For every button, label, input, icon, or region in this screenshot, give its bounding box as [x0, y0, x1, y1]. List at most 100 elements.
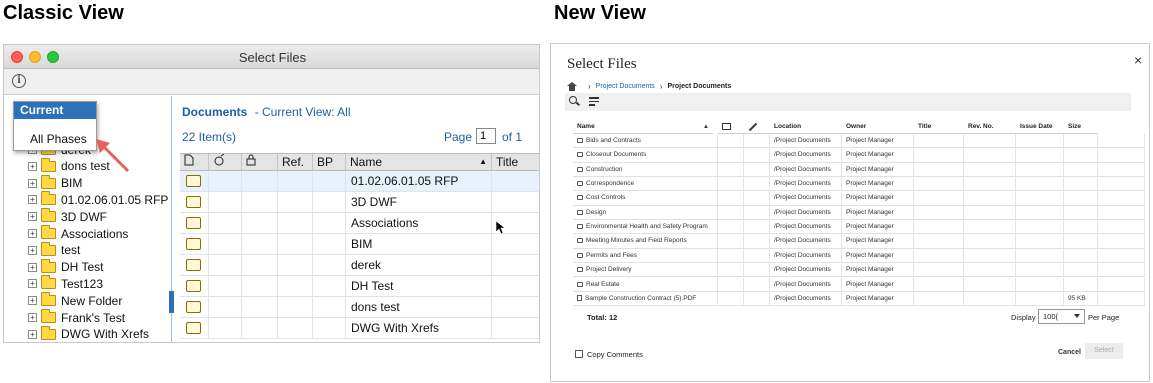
- table-row[interactable]: derek: [180, 255, 539, 276]
- tree-item[interactable]: + DH Test: [28, 258, 103, 276]
- select-button[interactable]: Select: [1085, 343, 1123, 359]
- expand-icon[interactable]: +: [28, 212, 37, 222]
- display-label: Display: [1011, 313, 1036, 322]
- header-size[interactable]: Size: [1064, 120, 1098, 134]
- row-name[interactable]: Meeting Minutes and Field Reports: [573, 234, 718, 249]
- folder-icon: [41, 258, 56, 273]
- row-name[interactable]: Construction: [573, 162, 718, 177]
- table-row[interactable]: Environmental Health and Safety Program /…: [573, 220, 1145, 235]
- row-cell: [278, 213, 313, 234]
- tree-item[interactable]: + test: [28, 241, 80, 259]
- row-cell: [1098, 148, 1145, 163]
- tree-item[interactable]: + Frank's Test: [28, 309, 125, 326]
- header-doc-icon[interactable]: [180, 153, 209, 171]
- home-icon[interactable]: [567, 81, 577, 91]
- table-row[interactable]: dons test: [180, 297, 539, 318]
- header-comments[interactable]: [718, 120, 744, 134]
- folder-icon: [41, 309, 56, 323]
- table-row[interactable]: Meeting Minutes and Field Reports/Projec…: [573, 234, 1145, 249]
- table-row[interactable]: 3D DWF: [180, 192, 539, 213]
- pointer-arrow: [96, 139, 130, 173]
- header-location[interactable]: Location: [770, 120, 842, 134]
- row-cell: [744, 205, 770, 220]
- table-row[interactable]: DWG With Xrefs: [180, 318, 539, 339]
- table-row[interactable]: DH Test: [180, 276, 539, 297]
- tree-item[interactable]: + New Folder: [28, 292, 122, 309]
- header-bp[interactable]: BP: [313, 153, 346, 171]
- row-cell: [718, 220, 744, 235]
- cancel-button[interactable]: Cancel: [1056, 346, 1083, 359]
- table-row[interactable]: Construction/Project Documents Project Ma…: [573, 162, 1145, 177]
- table-row[interactable]: 01.02.06.01.05 RFP: [180, 171, 539, 192]
- expand-icon[interactable]: +: [28, 161, 37, 171]
- row-cell: [1016, 291, 1064, 306]
- row-location: /Project Documents: [770, 162, 842, 177]
- table-row[interactable]: Correspondence/Project Documents Project …: [573, 177, 1145, 192]
- info-icon[interactable]: i: [12, 74, 26, 88]
- expand-icon[interactable]: +: [28, 245, 37, 255]
- table-row[interactable]: Real Estate/Project Documents Project Man…: [573, 277, 1145, 292]
- header-ref[interactable]: Ref.: [278, 153, 313, 171]
- expand-icon[interactable]: +: [28, 329, 37, 339]
- phase-option-all[interactable]: All Phases: [30, 132, 87, 146]
- header-name[interactable]: Name ▲: [573, 120, 713, 134]
- header-owner[interactable]: Owner: [842, 120, 914, 134]
- header-markup[interactable]: [744, 120, 770, 134]
- tree-item[interactable]: + Associations: [28, 225, 128, 242]
- row-name[interactable]: Correspondence: [573, 177, 718, 192]
- table-row[interactable]: Sample Construction Contract (5).PDF/Pro…: [573, 291, 1145, 307]
- row-name[interactable]: Cost Controls: [573, 191, 718, 206]
- header-checkout-icon[interactable]: [209, 153, 242, 171]
- copy-comments-checkbox[interactable]: [575, 350, 583, 358]
- tree-item[interactable]: + DWG With Xrefs: [28, 325, 149, 342]
- search-icon[interactable]: [569, 96, 577, 104]
- table-row[interactable]: Design/Project Documents Project Manager: [573, 205, 1145, 221]
- page-input[interactable]: [476, 128, 496, 144]
- expand-icon[interactable]: +: [28, 262, 37, 272]
- expand-icon[interactable]: +: [28, 313, 37, 322]
- tree-item[interactable]: +01.02.06.01.05 RFP: [28, 191, 168, 208]
- expand-icon[interactable]: +: [28, 279, 37, 289]
- header-issue-date[interactable]: Issue Date: [1016, 120, 1064, 134]
- breadcrumb-link[interactable]: Project Documents: [596, 83, 655, 90]
- row-size: [1064, 148, 1098, 163]
- row-owner: Project Manager: [842, 277, 914, 292]
- table-row[interactable]: Cost Controls/Project Documents Project M…: [573, 191, 1145, 206]
- row-cell: [718, 162, 744, 177]
- table-row[interactable]: Permits and Fees/Project Documents Projec…: [573, 248, 1145, 264]
- table-row[interactable]: Project Delivery/Project Documents Projec…: [573, 263, 1145, 278]
- row-name: DH Test: [346, 276, 492, 297]
- tree-item[interactable]: + Test123: [28, 275, 103, 292]
- row-name[interactable]: Closeout Documents: [573, 148, 718, 163]
- file-icon: [577, 294, 582, 301]
- table-row[interactable]: Bids and Contracts/Project Documents Proj…: [573, 134, 1145, 149]
- row-name[interactable]: Environmental Health and Safety Program: [573, 220, 718, 235]
- row-name[interactable]: Project Delivery: [573, 263, 718, 278]
- header-title[interactable]: Title: [914, 120, 964, 134]
- row-cell: [964, 263, 1016, 278]
- row-name[interactable]: Bids and Contracts: [573, 134, 718, 148]
- expand-icon[interactable]: +: [28, 296, 37, 306]
- table-row[interactable]: Associations: [180, 213, 539, 234]
- filter-icon[interactable]: [589, 97, 599, 106]
- row-owner: Project Manager: [842, 291, 914, 306]
- row-name[interactable]: Real Estate: [573, 277, 718, 292]
- expand-icon[interactable]: +: [28, 178, 37, 188]
- row-name[interactable]: Design: [573, 205, 718, 220]
- header-title[interactable]: Title: [492, 153, 539, 171]
- tree-item[interactable]: +3D DWF: [28, 208, 107, 225]
- folder-icon: [41, 225, 56, 239]
- table-row[interactable]: BIM: [180, 234, 539, 255]
- header-name[interactable]: Name ▲: [346, 153, 492, 171]
- close-icon[interactable]: ×: [1134, 52, 1142, 68]
- tree-item[interactable]: + BIM: [28, 174, 82, 192]
- page-size-select[interactable]: 100(: [1038, 309, 1085, 324]
- expand-icon[interactable]: +: [28, 229, 37, 238]
- table-row[interactable]: Closeout Documents/Project Documents Proj…: [573, 148, 1145, 163]
- row-name[interactable]: Sample Construction Contract (5).PDF: [573, 291, 718, 306]
- header-rev[interactable]: Rev. No.: [964, 120, 1016, 134]
- row-name[interactable]: Permits and Fees: [573, 248, 718, 263]
- phase-dropdown-header[interactable]: Current Phase: [14, 102, 96, 134]
- header-lock-icon[interactable]: [242, 153, 278, 171]
- expand-icon[interactable]: +: [28, 195, 37, 205]
